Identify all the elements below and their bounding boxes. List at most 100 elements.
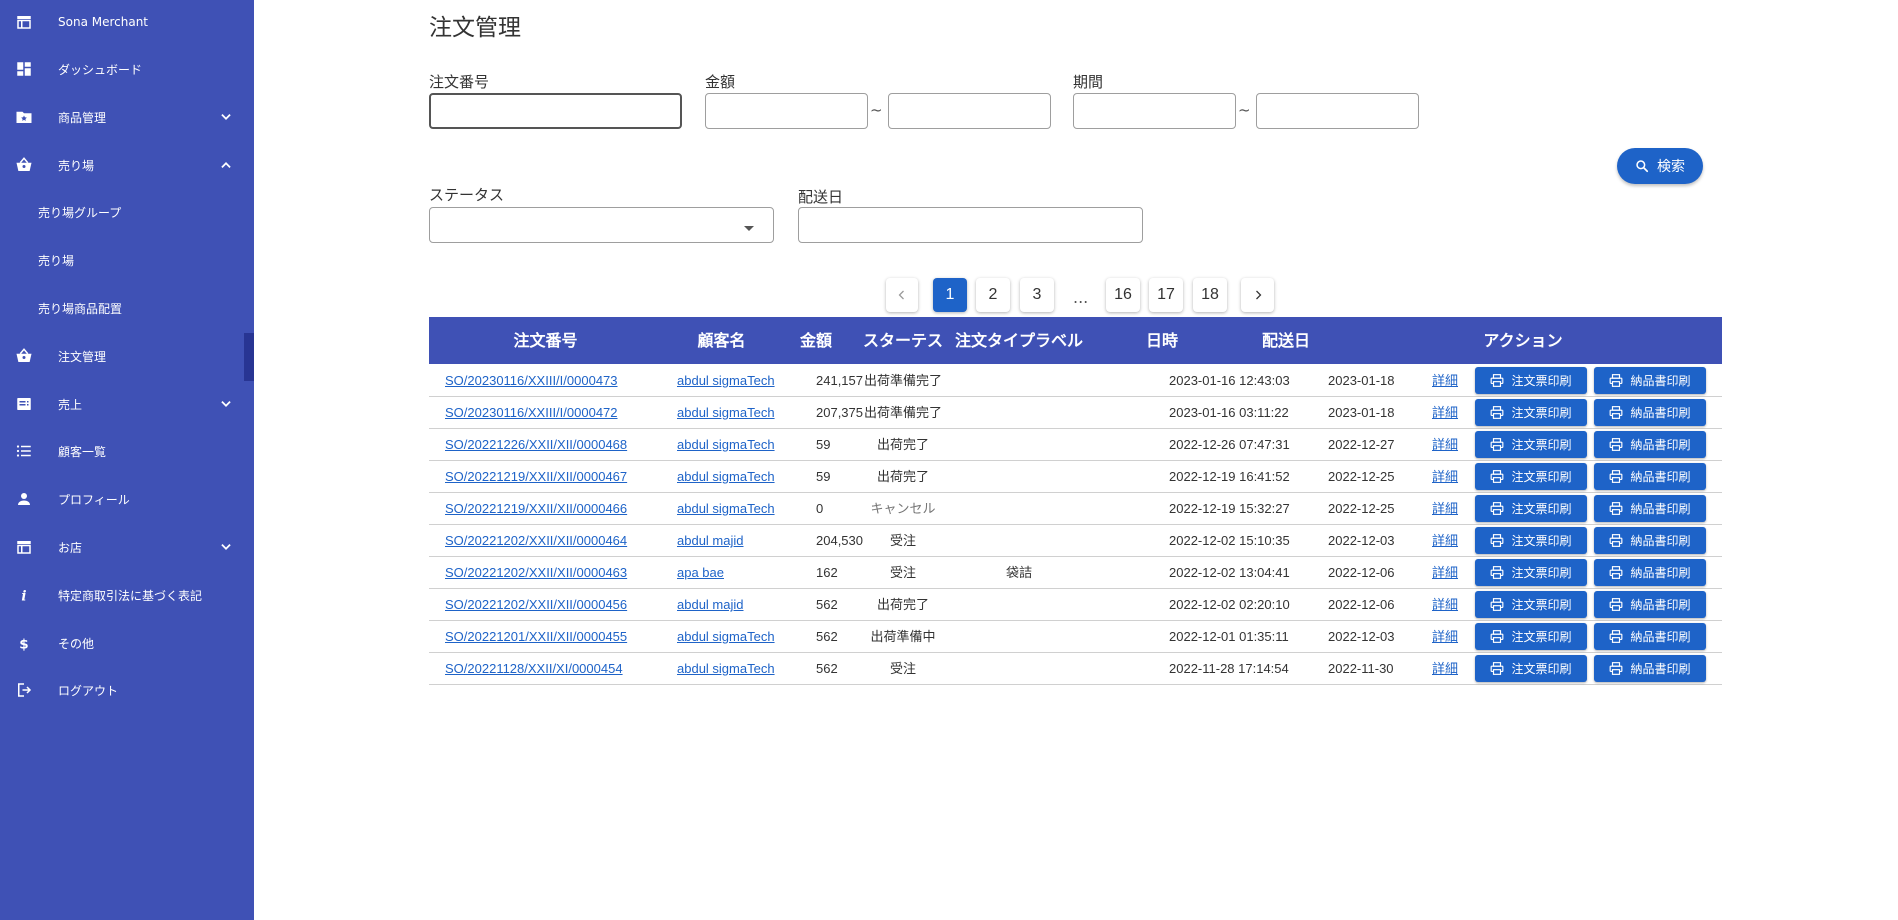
- detail-link[interactable]: 詳細: [1432, 653, 1458, 685]
- prev-page-button[interactable]: [886, 278, 918, 312]
- print-order-button[interactable]: 注文票印刷: [1475, 623, 1587, 650]
- order-number-link[interactable]: SO/20221202/XXII/XII/0000463: [445, 557, 627, 589]
- print-order-button-label: 注文票印刷: [1511, 534, 1572, 548]
- sidebar-item-14[interactable]: ログアウト: [0, 670, 254, 710]
- print-delivery-button[interactable]: 納品書印刷: [1594, 399, 1706, 426]
- customer-name-link[interactable]: abdul sigmaTech: [677, 621, 775, 653]
- sidebar-item-9[interactable]: 顧客一覧: [0, 431, 254, 471]
- order-number-input[interactable]: [429, 93, 682, 129]
- status-cell: 出荷完了: [876, 437, 929, 452]
- page-button-1[interactable]: 1: [933, 278, 967, 312]
- delivery-date-cell: 2023-01-18: [1328, 405, 1395, 420]
- order-number-link[interactable]: SO/20221219/XXII/XII/0000466: [445, 493, 627, 525]
- sidebar-item-10[interactable]: プロフィール: [0, 479, 254, 519]
- status-select[interactable]: [429, 207, 774, 243]
- detail-link[interactable]: 詳細: [1432, 525, 1458, 557]
- search-button[interactable]: 検索: [1617, 148, 1703, 184]
- print-delivery-button[interactable]: 納品書印刷: [1594, 367, 1706, 394]
- page-button-18[interactable]: 18: [1193, 278, 1227, 312]
- page-button-3[interactable]: 3: [1020, 278, 1054, 312]
- page-button-2[interactable]: 2: [976, 278, 1010, 312]
- sidebar-item-0[interactable]: Sona Merchant: [0, 2, 254, 42]
- delivery-date-input[interactable]: [798, 207, 1143, 243]
- page-button-16[interactable]: 16: [1106, 278, 1140, 312]
- detail-link[interactable]: 詳細: [1432, 621, 1458, 653]
- print-order-button[interactable]: 注文票印刷: [1475, 399, 1587, 426]
- page-button-17[interactable]: 17: [1149, 278, 1183, 312]
- print-delivery-button[interactable]: 納品書印刷: [1594, 495, 1706, 522]
- status-cell: 受注: [889, 661, 916, 676]
- sidebar-item-11[interactable]: お店: [0, 527, 254, 567]
- type-label-cell: [955, 525, 1083, 557]
- print-delivery-button[interactable]: 納品書印刷: [1594, 591, 1706, 618]
- amount-cell: 562: [816, 597, 838, 612]
- sidebar-item-2[interactable]: 商品管理: [0, 97, 254, 137]
- detail-link[interactable]: 詳細: [1432, 589, 1458, 621]
- print-order-button[interactable]: 注文票印刷: [1475, 495, 1587, 522]
- order-number-link[interactable]: SO/20221226/XXII/XII/0000468: [445, 429, 627, 461]
- period-start-input[interactable]: [1073, 93, 1236, 129]
- print-delivery-button[interactable]: 納品書印刷: [1594, 623, 1706, 650]
- sidebar-item-7[interactable]: 注文管理: [0, 336, 254, 376]
- sidebar-item-4[interactable]: 売り場グループ: [0, 192, 254, 232]
- datetime-cell: 2022-12-02 02:20:10: [1169, 597, 1290, 612]
- sidebar-item-5[interactable]: 売り場: [0, 240, 254, 280]
- sidebar-item-13[interactable]: $ その他: [0, 623, 254, 663]
- print-delivery-button[interactable]: 納品書印刷: [1594, 559, 1706, 586]
- print-order-button-label: 注文票印刷: [1511, 598, 1572, 612]
- print-delivery-button-label: 納品書印刷: [1630, 598, 1691, 612]
- customer-name-link[interactable]: apa bae: [677, 557, 724, 589]
- type-label-cell: 袋詰: [1005, 565, 1032, 580]
- sidebar-item-1[interactable]: ダッシュボード: [0, 49, 254, 89]
- customer-name-link[interactable]: abdul sigmaTech: [677, 461, 775, 493]
- customer-name-link[interactable]: abdul sigmaTech: [677, 493, 775, 525]
- print-order-button[interactable]: 注文票印刷: [1475, 367, 1587, 394]
- detail-link[interactable]: 詳細: [1432, 461, 1458, 493]
- chevron-down-icon[interactable]: [218, 396, 234, 412]
- print-order-button[interactable]: 注文票印刷: [1475, 591, 1587, 618]
- print-delivery-button[interactable]: 納品書印刷: [1594, 527, 1706, 554]
- print-delivery-button[interactable]: 納品書印刷: [1594, 655, 1706, 682]
- order-number-link[interactable]: SO/20221201/XXII/XII/0000455: [445, 621, 627, 653]
- delivery-date-cell: 2022-11-30: [1328, 661, 1394, 676]
- amount-min-input[interactable]: [705, 93, 868, 129]
- next-page-button[interactable]: [1241, 278, 1274, 312]
- order-number-link[interactable]: SO/20230116/XXIII/I/0000472: [445, 397, 618, 429]
- sidebar-item-12[interactable]: i 特定商取引法に基づく表記: [0, 575, 254, 615]
- customer-name-link[interactable]: abdul sigmaTech: [677, 653, 775, 685]
- status-cell: キャンセル: [870, 501, 936, 516]
- order-number-link[interactable]: SO/20230116/XXIII/I/0000473: [445, 365, 618, 397]
- print-delivery-button[interactable]: 納品書印刷: [1594, 463, 1706, 490]
- period-end-input[interactable]: [1256, 93, 1419, 129]
- customer-name-link[interactable]: abdul sigmaTech: [677, 397, 775, 429]
- sidebar-item-8[interactable]: 売上: [0, 384, 254, 424]
- chevron-down-icon[interactable]: [218, 539, 234, 555]
- detail-link[interactable]: 詳細: [1432, 365, 1458, 397]
- print-delivery-button[interactable]: 納品書印刷: [1594, 431, 1706, 458]
- print-order-button[interactable]: 注文票印刷: [1475, 655, 1587, 682]
- order-number-link[interactable]: SO/20221202/XXII/XII/0000464: [445, 525, 627, 557]
- customer-name-link[interactable]: abdul sigmaTech: [677, 365, 775, 397]
- page-title: 注文管理: [429, 15, 521, 41]
- print-order-button[interactable]: 注文票印刷: [1475, 431, 1587, 458]
- delivery-date-cell: 2023-01-18: [1328, 373, 1395, 388]
- print-order-button[interactable]: 注文票印刷: [1475, 527, 1587, 554]
- print-order-button[interactable]: 注文票印刷: [1475, 463, 1587, 490]
- sidebar-item-3[interactable]: 売り場: [0, 145, 254, 185]
- customer-name-link[interactable]: abdul majid: [677, 525, 744, 557]
- customer-name-link[interactable]: abdul sigmaTech: [677, 429, 775, 461]
- detail-link[interactable]: 詳細: [1432, 493, 1458, 525]
- chevron-down-icon[interactable]: [218, 109, 234, 125]
- order-number-link[interactable]: SO/20221219/XXII/XII/0000467: [445, 461, 627, 493]
- order-number-link[interactable]: SO/20221128/XXII/XI/0000454: [445, 653, 623, 685]
- detail-link[interactable]: 詳細: [1432, 429, 1458, 461]
- detail-link[interactable]: 詳細: [1432, 557, 1458, 589]
- chevron-up-icon[interactable]: [218, 157, 234, 173]
- detail-link[interactable]: 詳細: [1432, 397, 1458, 429]
- amount-max-input[interactable]: [888, 93, 1051, 129]
- order-number-link[interactable]: SO/20221202/XXII/XII/0000456: [445, 589, 627, 621]
- printer-icon: [1490, 598, 1504, 611]
- sidebar-item-6[interactable]: 売り場商品配置: [0, 288, 254, 328]
- print-order-button[interactable]: 注文票印刷: [1475, 559, 1587, 586]
- customer-name-link[interactable]: abdul majid: [677, 589, 744, 621]
